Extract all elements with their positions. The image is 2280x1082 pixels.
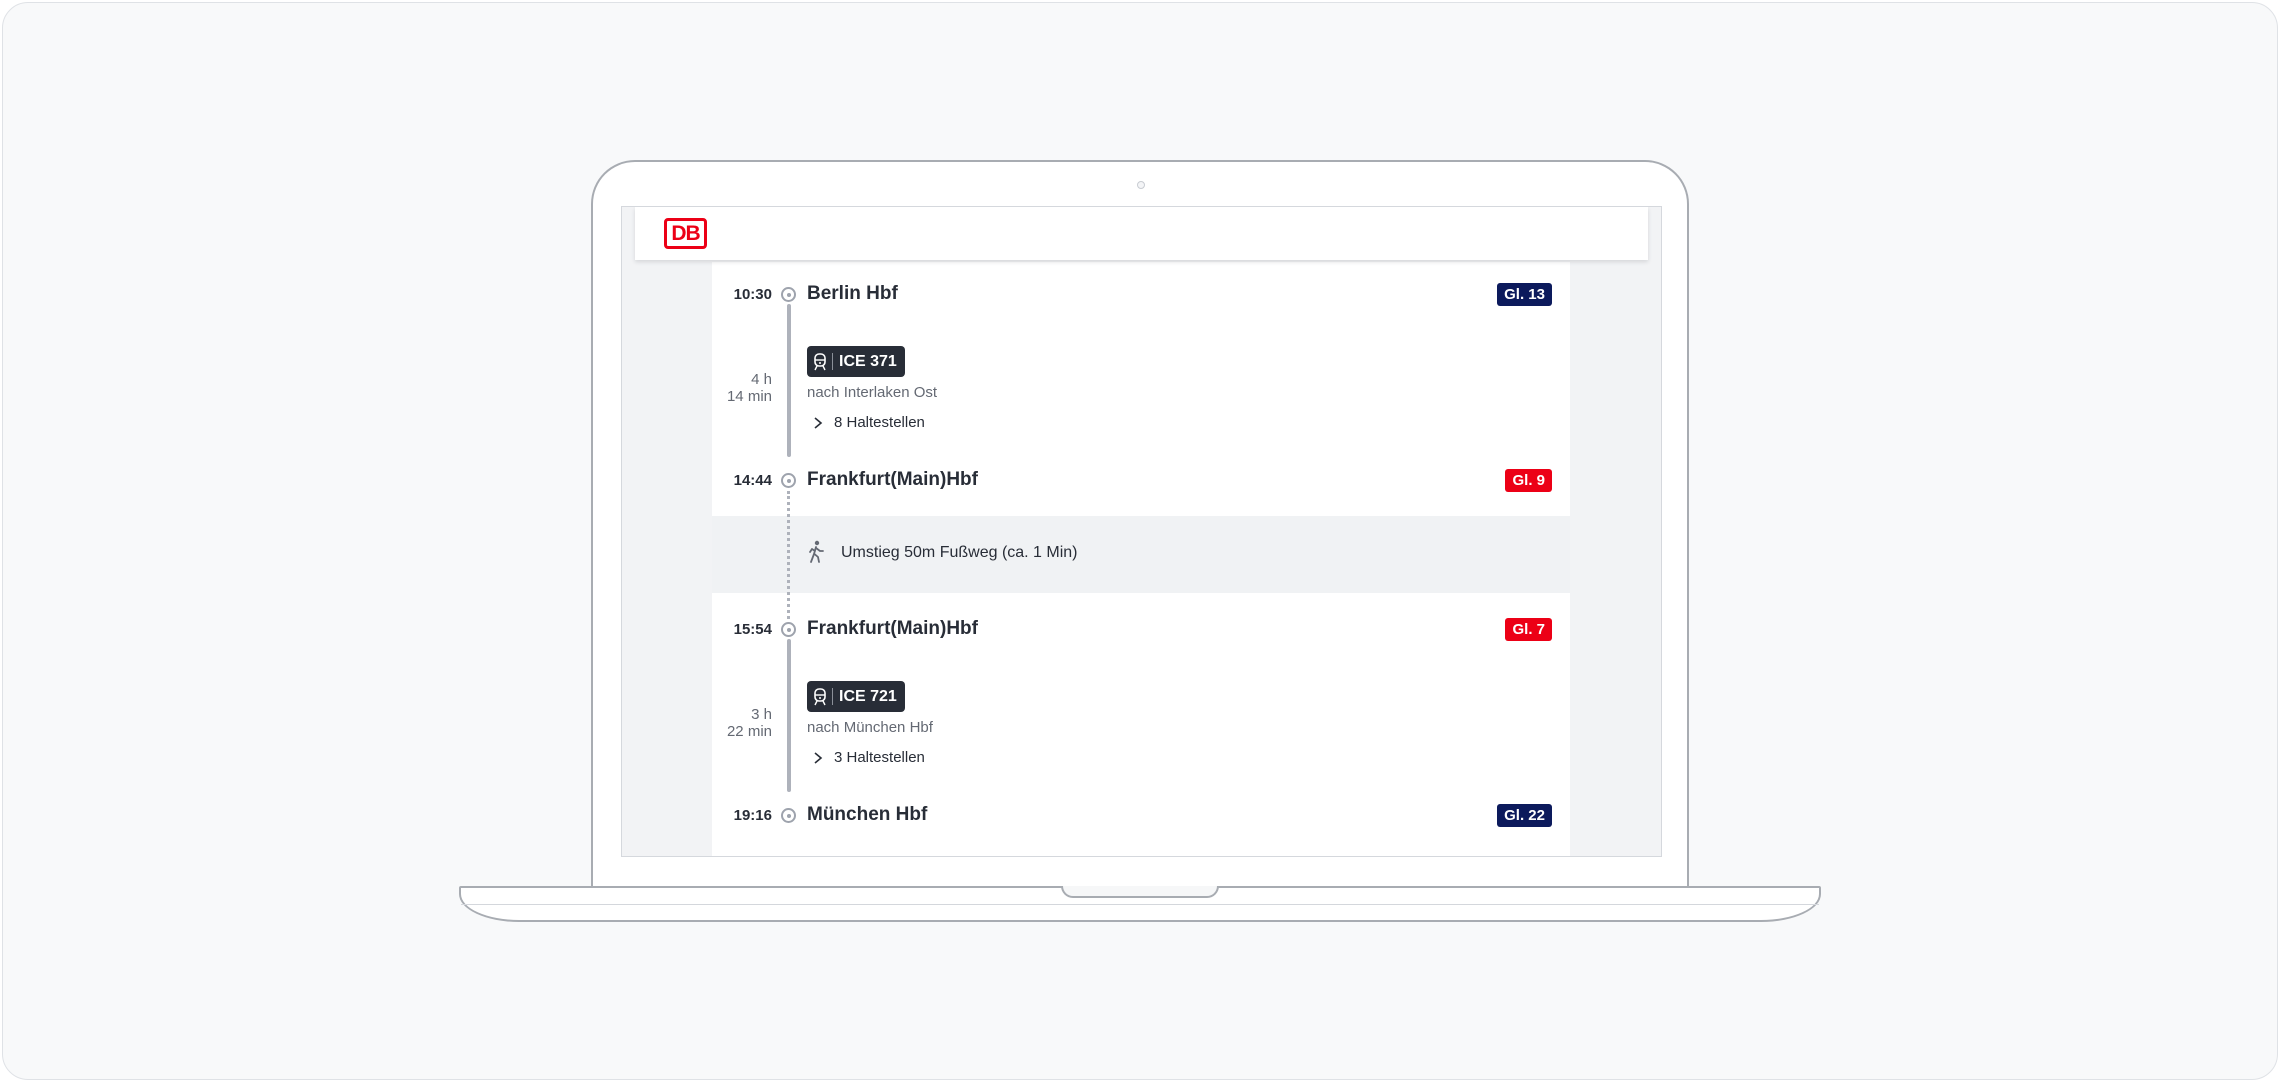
duration-hours: 4 h	[751, 371, 772, 388]
stop-marker-icon	[781, 287, 796, 302]
transfer-section: Umstieg 50m Fußweg (ca. 1 Min)	[712, 516, 1570, 593]
transfer-route-line	[787, 491, 790, 619]
app-header: DB	[635, 207, 1648, 260]
station-name[interactable]: München Hbf	[807, 804, 927, 826]
stop-marker-icon	[781, 808, 796, 823]
station-name[interactable]: Frankfurt(Main)Hbf	[807, 618, 978, 640]
train-icon	[814, 352, 826, 370]
platform-badge: Gl. 7	[1505, 618, 1552, 641]
camera-icon	[1137, 181, 1145, 189]
platform-badge: Gl. 13	[1497, 283, 1552, 306]
intermediate-stops-toggle[interactable]: 3 Haltestellen	[812, 749, 925, 766]
db-logo[interactable]: DB	[664, 218, 707, 249]
train-name: ICE 371	[839, 353, 897, 370]
route-line	[787, 304, 791, 457]
journey-details: 10:30 Berlin Hbf Gl. 13 4 h 14 min ICE 3…	[712, 262, 1570, 856]
arrival-time: 14:44	[733, 472, 772, 489]
duration-minutes: 14 min	[726, 388, 772, 405]
stops-label: 3 Haltestellen	[834, 749, 925, 766]
duration-hours: 3 h	[751, 706, 772, 723]
app-screen: DB 10:30 Berlin Hbf Gl. 13 4 h 14 min IC…	[621, 206, 1662, 857]
train-direction: nach Interlaken Ost	[807, 384, 938, 401]
intermediate-stops-toggle[interactable]: 8 Haltestellen	[812, 414, 925, 431]
departure-time: 10:30	[733, 286, 772, 303]
train-badge[interactable]: ICE 721	[807, 681, 905, 712]
train-badge[interactable]: ICE 371	[807, 346, 905, 377]
laptop-base-edge	[461, 904, 1819, 905]
platform-badge: Gl. 22	[1497, 804, 1552, 827]
arrival-time: 19:16	[733, 807, 772, 824]
duration-minutes: 22 min	[726, 723, 772, 740]
chevron-right-icon	[814, 751, 823, 764]
station-name[interactable]: Berlin Hbf	[807, 283, 898, 305]
route-line	[787, 639, 791, 792]
train-direction: nach München Hbf	[807, 719, 933, 736]
train-icon	[814, 687, 826, 705]
chevron-right-icon	[814, 416, 823, 429]
departure-time: 15:54	[733, 621, 772, 638]
laptop-notch	[1061, 886, 1219, 898]
station-name[interactable]: Frankfurt(Main)Hbf	[807, 469, 978, 491]
walking-icon	[809, 540, 824, 563]
stop-marker-icon	[781, 622, 796, 637]
train-name: ICE 721	[839, 688, 897, 705]
stops-label: 8 Haltestellen	[834, 414, 925, 431]
transfer-text: Umstieg 50m Fußweg (ca. 1 Min)	[841, 544, 1078, 561]
platform-badge: Gl. 9	[1505, 469, 1552, 492]
stop-marker-icon	[781, 473, 796, 488]
